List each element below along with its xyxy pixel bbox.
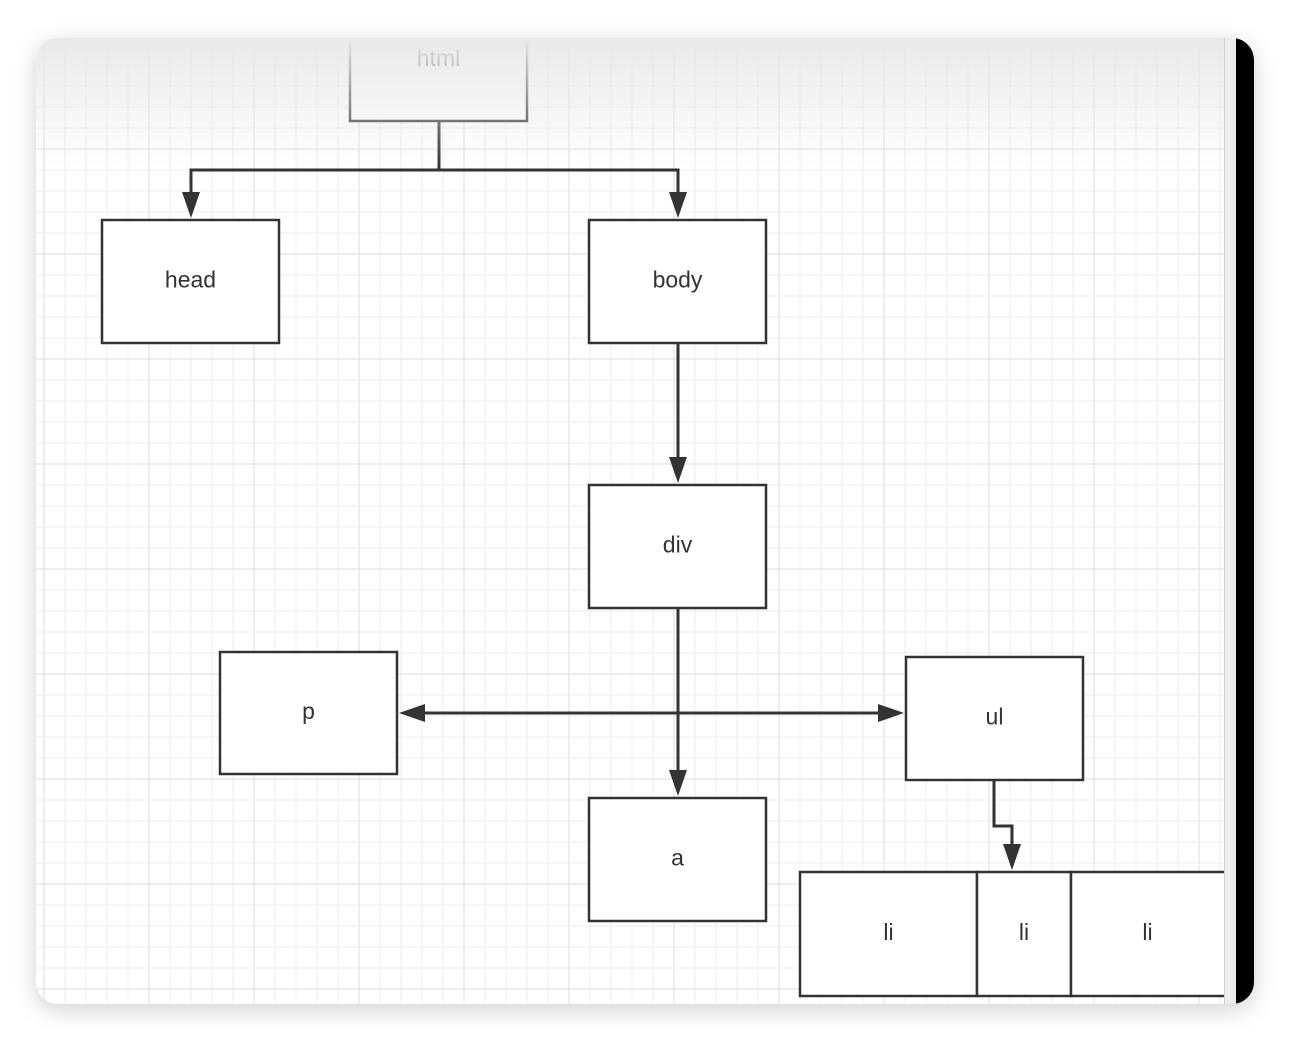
diagram-canvas-window: html head body div p ul a li li li [36, 38, 1254, 1004]
node-label-li1: li [883, 919, 893, 945]
node-label-ul: ul [986, 704, 1004, 730]
arrowhead-icon [399, 704, 425, 722]
arrowhead-icon [669, 192, 687, 218]
node-label-li3: li [1142, 919, 1152, 945]
arrowhead-icon [878, 704, 904, 722]
window-edge [1236, 38, 1254, 1004]
arrowhead-icon [669, 770, 687, 796]
connector-html-body [439, 168, 680, 214]
arrowhead-icon [669, 457, 687, 483]
diagram-canvas[interactable]: html head body div p ul a li li li [36, 38, 1224, 1004]
arrowhead-icon [182, 192, 200, 218]
connector-html-head [189, 121, 441, 214]
node-label-li2: li [1019, 919, 1029, 945]
node-label-body: body [653, 267, 703, 293]
node-label-a: a [671, 845, 684, 871]
node-label-html: html [417, 45, 460, 71]
node-label-p: p [302, 698, 315, 724]
node-label-head: head [165, 267, 216, 293]
arrowhead-icon [1003, 844, 1021, 870]
node-label-div: div [663, 532, 693, 558]
